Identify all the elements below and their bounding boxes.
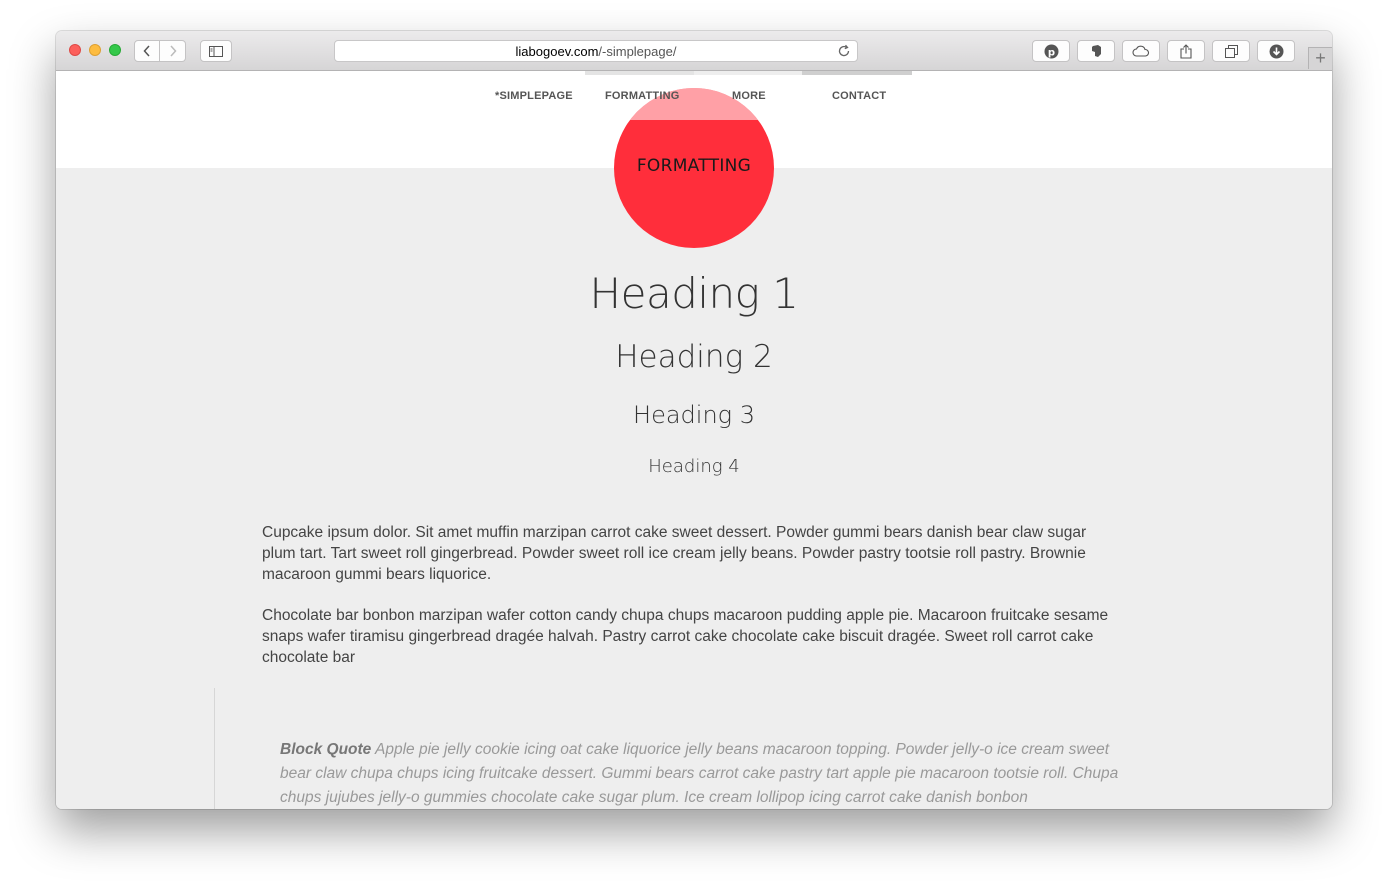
url-domain: liabogoev.com — [515, 43, 599, 59]
reload-icon[interactable] — [837, 44, 851, 58]
forward-button[interactable] — [160, 40, 186, 62]
heading-1: Heading 1 — [589, 269, 799, 318]
download-icon — [1269, 44, 1283, 58]
tabs-icon — [1224, 44, 1238, 58]
browser-window: liabogoev.com/-simplepage/ p + *SIMPLEPA… — [56, 31, 1332, 809]
nav-link-contact[interactable]: CONTACT — [832, 90, 886, 102]
nav-indicator — [802, 71, 912, 75]
web-page: *SIMPLEPAGE FORMATTING FORMATTING MORE C… — [56, 71, 1332, 809]
sidebar-toggle-button[interactable] — [200, 40, 232, 62]
blockquote-border — [214, 688, 215, 809]
evernote-button[interactable] — [1077, 40, 1115, 62]
chevron-left-icon — [143, 45, 150, 57]
pinterest-button[interactable]: p — [1032, 40, 1070, 62]
heading-3: Heading 3 — [633, 401, 755, 429]
share-button[interactable] — [1167, 40, 1205, 62]
sidebar-icon — [209, 45, 223, 57]
nav-link-more[interactable]: MORE — [732, 90, 766, 102]
browser-toolbar: liabogoev.com/-simplepage/ p + — [56, 31, 1332, 71]
blockquote: Block Quote Apple pie jelly cookie icing… — [280, 738, 1120, 809]
close-window-button[interactable] — [69, 44, 81, 56]
maximize-window-button[interactable] — [109, 44, 121, 56]
blockquote-label: Block Quote — [280, 741, 372, 758]
heading-4: Heading 4 — [648, 456, 740, 477]
new-tab-button[interactable]: + — [1308, 47, 1332, 69]
nav-link-formatting[interactable]: FORMATTING — [605, 90, 680, 102]
downloads-button[interactable] — [1257, 40, 1295, 62]
svg-text:p: p — [1047, 47, 1054, 58]
nav-link-simplepage[interactable]: *SIMPLEPAGE — [495, 90, 573, 102]
plus-icon: + — [1315, 48, 1326, 68]
minimize-window-button[interactable] — [89, 44, 101, 56]
paragraph: Chocolate bar bonbon marzipan wafer cott… — [262, 607, 1109, 666]
share-icon — [1180, 43, 1192, 59]
back-button[interactable] — [134, 40, 160, 62]
nav-indicator — [694, 71, 802, 75]
url-path: /-simplepage/ — [598, 43, 677, 59]
chevron-right-icon — [169, 45, 177, 57]
icloud-button[interactable] — [1122, 40, 1160, 62]
formatting-circle-badge: FORMATTING — [614, 88, 774, 248]
circle-label: FORMATTING — [636, 156, 752, 176]
nav-indicator — [585, 71, 694, 75]
cloud-icon — [1132, 45, 1150, 57]
address-bar[interactable]: liabogoev.com/-simplepage/ — [334, 40, 858, 62]
paragraph: Cupcake ipsum dolor. Sit amet muffin mar… — [262, 524, 1087, 583]
evernote-icon — [1091, 45, 1101, 57]
tabs-overview-button[interactable] — [1212, 40, 1250, 62]
heading-2: Heading 2 — [615, 339, 773, 375]
pinterest-icon: p — [1044, 44, 1058, 58]
blockquote-text: Apple pie jelly cookie icing oat cake li… — [280, 741, 1119, 806]
